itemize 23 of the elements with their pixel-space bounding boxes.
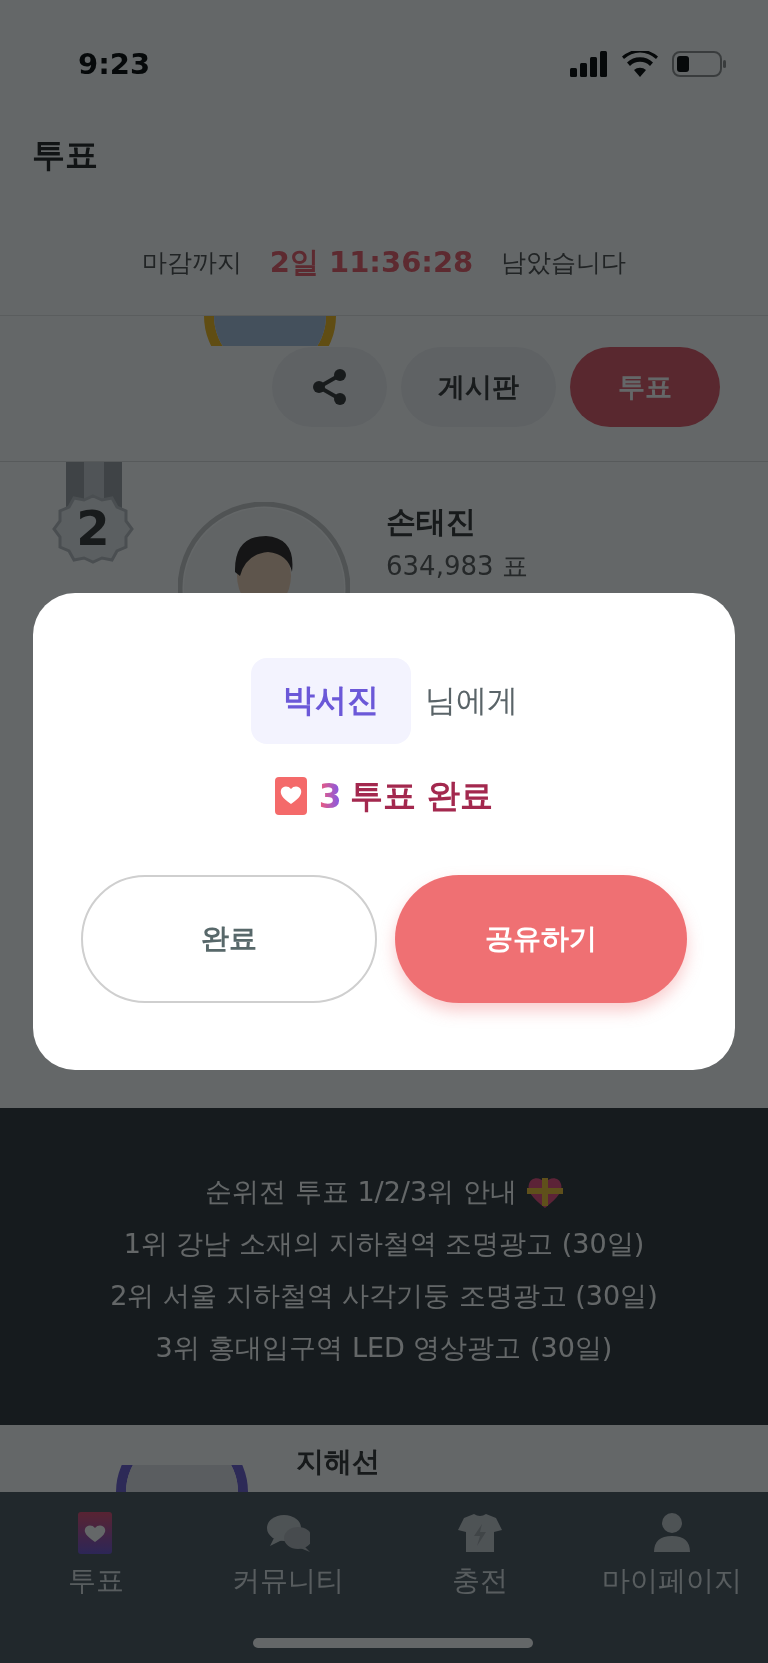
signal-icon: [570, 51, 608, 77]
board-button[interactable]: 게시판: [401, 347, 556, 427]
shirt-bolt-icon: [458, 1512, 502, 1554]
banner-text: 2위 서울 지하철역 사각기둥 조명광고 (30일): [110, 1278, 658, 1313]
recipient-suffix: 님에게: [424, 681, 518, 720]
recipient-name: 박서진: [250, 658, 411, 744]
share-button[interactable]: 공유하기: [395, 875, 687, 1003]
banner-text: 3위 홍대입구역 LED 영상광고 (30일): [155, 1330, 613, 1365]
countdown-label: 남았습니다: [501, 247, 627, 279]
countdown-label: 마감까지: [141, 247, 242, 279]
entrant-name: 손태진: [386, 503, 477, 541]
done-button[interactable]: 완료: [81, 875, 377, 1003]
entrant-name: 지해선: [296, 1444, 380, 1480]
banner-text: 1위 강남 소재의 지하철역 조명광고 (30일): [123, 1226, 645, 1261]
vote-count: 634,983 표: [386, 550, 528, 583]
completion-message: 투표 완료: [349, 774, 494, 817]
wifi-icon: [622, 51, 658, 77]
banner-text: 순위전 투표 1/2/3위 안내: [205, 1174, 517, 1209]
page-title: 투표: [32, 133, 98, 176]
clock: 9:23: [78, 47, 151, 81]
chat-bubbles-icon: [266, 1512, 310, 1554]
countdown-timer: 2일 11:36:28: [269, 243, 474, 281]
rank-number: 2: [75, 500, 111, 556]
